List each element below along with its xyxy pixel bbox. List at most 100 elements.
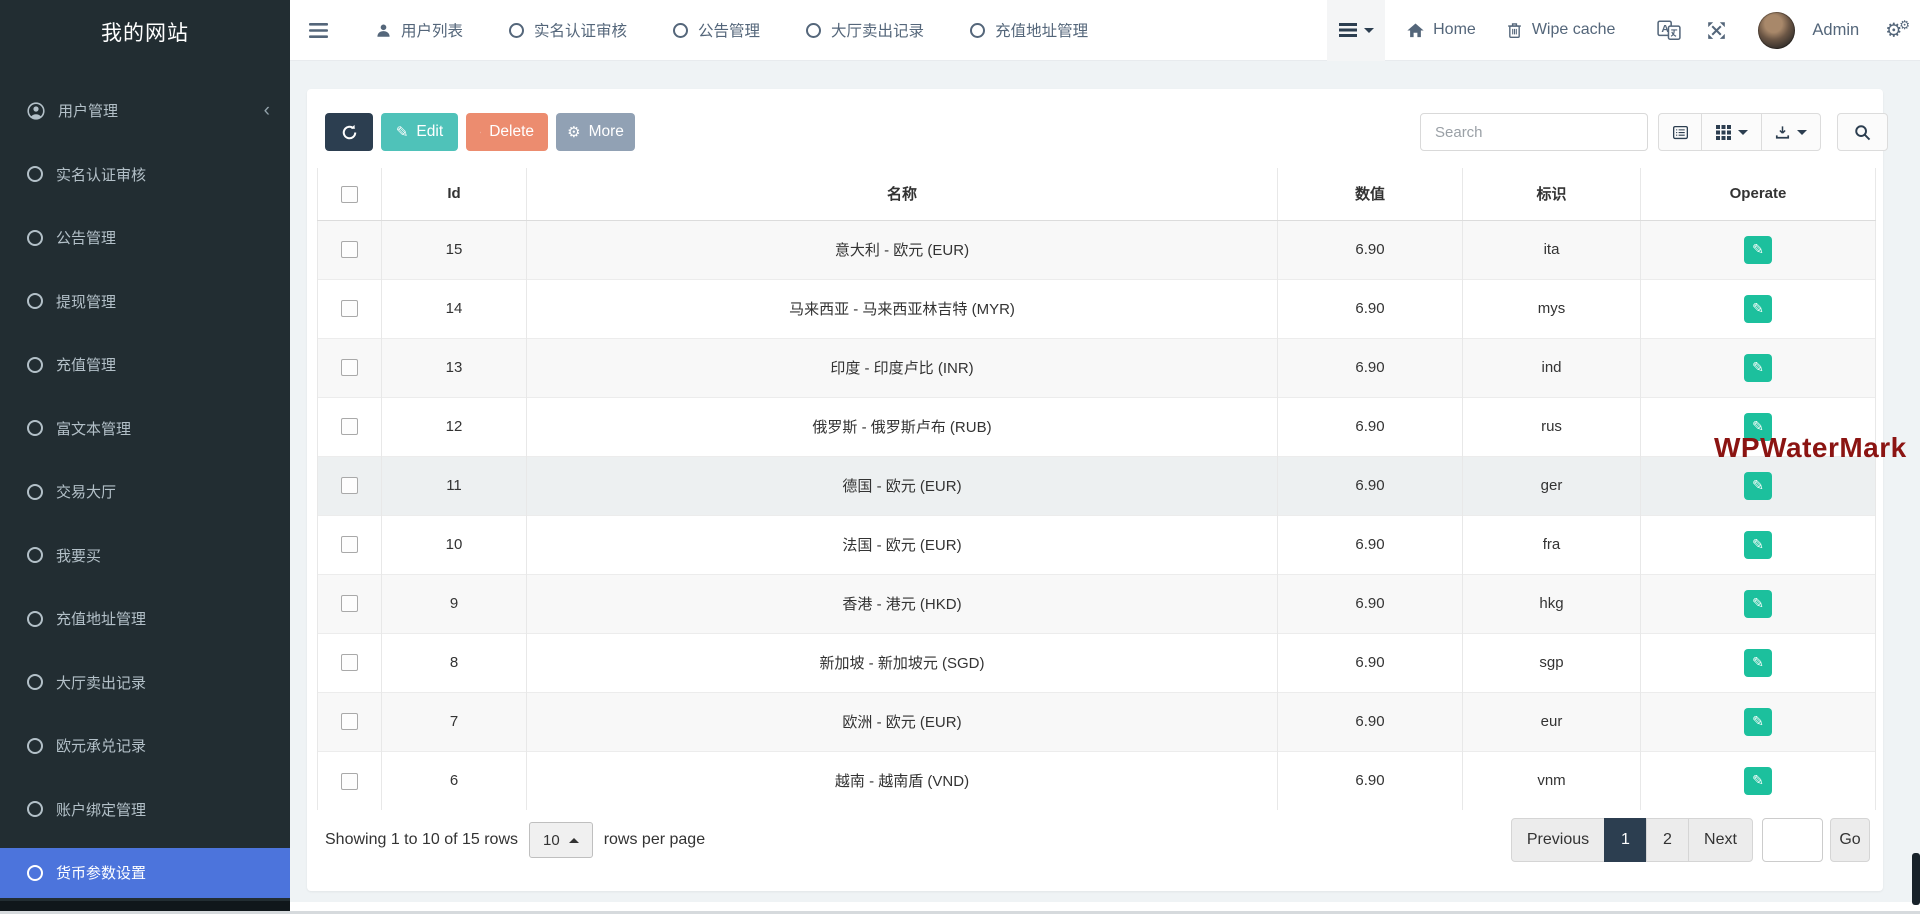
sidebar-link[interactable]: 充值地址管理 xyxy=(0,594,290,644)
circle-icon xyxy=(27,420,43,436)
sidebar-item-label: 我要买 xyxy=(56,545,101,566)
sidebar-link[interactable]: 充值管理 xyxy=(0,340,290,390)
row-checkbox[interactable] xyxy=(341,536,358,553)
row-checkbox[interactable] xyxy=(341,713,358,730)
cell-tag: ita xyxy=(1463,220,1641,279)
row-edit-button[interactable]: ✎ xyxy=(1744,472,1772,500)
topbar-tab-2[interactable]: 实名认证审核 xyxy=(509,19,627,41)
row-edit-button[interactable]: ✎ xyxy=(1744,236,1772,264)
table-row[interactable]: 6越南 - 越南盾 (VND)6.90vnm✎ xyxy=(318,751,1876,810)
row-edit-button[interactable]: ✎ xyxy=(1744,295,1772,323)
home-button[interactable]: Home xyxy=(1407,21,1476,39)
sidebar-item-label: 充值地址管理 xyxy=(56,608,146,629)
admin-menu[interactable]: Admin xyxy=(1812,21,1859,40)
table-row[interactable]: 15意大利 - 欧元 (EUR)6.90ita✎ xyxy=(318,220,1876,279)
wipe-cache-button[interactable]: Wipe cache xyxy=(1506,21,1616,39)
sidebar-link[interactable]: 大厅卖出记录 xyxy=(0,657,290,707)
next-page-button[interactable]: Next xyxy=(1688,818,1753,862)
delete-label: Delete xyxy=(489,123,534,141)
table-row[interactable]: 14马来西亚 - 马来西亚林吉特 (MYR)6.90mys✎ xyxy=(318,279,1876,338)
circle-icon xyxy=(27,230,43,246)
page-button-2[interactable]: 2 xyxy=(1646,818,1689,862)
cell-operate: ✎ xyxy=(1641,515,1876,574)
table-row[interactable]: 13印度 - 印度卢比 (INR)6.90ind✎ xyxy=(318,338,1876,397)
table-row[interactable]: 7欧洲 - 欧元 (EUR)6.90eur✎ xyxy=(318,692,1876,751)
sidebar-link[interactable]: 交易大厅 xyxy=(0,467,290,517)
sidebar-link[interactable]: 公告管理 xyxy=(0,213,290,263)
row-edit-button[interactable]: ✎ xyxy=(1744,590,1772,618)
chevron-down-icon xyxy=(1797,130,1807,135)
row-checkbox[interactable] xyxy=(341,300,358,317)
page-jump-input[interactable] xyxy=(1762,818,1823,862)
sidebar-item-label: 公告管理 xyxy=(56,227,116,248)
sidebar-link[interactable]: 富文本管理 xyxy=(0,403,290,453)
table-row[interactable]: 10法国 - 欧元 (EUR)6.90fra✎ xyxy=(318,515,1876,574)
col-value[interactable]: 数值 xyxy=(1278,168,1463,220)
pencil-icon: ✎ xyxy=(1752,536,1764,553)
edit-button[interactable]: ✎ Edit xyxy=(381,113,458,151)
cell-id: 8 xyxy=(382,633,527,692)
cell-tag: eur xyxy=(1463,692,1641,751)
row-checkbox[interactable] xyxy=(341,773,358,790)
tabs-list-dropdown[interactable] xyxy=(1327,0,1385,61)
row-edit-button[interactable]: ✎ xyxy=(1744,649,1772,677)
scrollbar-thumb[interactable] xyxy=(1912,853,1920,905)
delete-button[interactable]: Delete xyxy=(466,113,548,151)
col-name[interactable]: 名称 xyxy=(527,168,1278,220)
sidebar-item-6: 富文本管理 xyxy=(0,397,290,461)
sidebar-item-13: 货币参数设置 xyxy=(0,841,290,905)
circle-icon xyxy=(509,23,524,38)
fullscreen-icon[interactable] xyxy=(1707,21,1726,40)
table-row[interactable]: 11德国 - 欧元 (EUR)6.90ger✎ xyxy=(318,456,1876,515)
sidebar-link[interactable]: 实名认证审核 xyxy=(0,149,290,199)
topbar-tab-3[interactable]: 公告管理 xyxy=(673,19,760,41)
col-tag[interactable]: 标识 xyxy=(1463,168,1641,220)
page-size-dropdown[interactable]: 10 xyxy=(529,822,593,858)
sidebar-link[interactable]: 欧元承兑记录 xyxy=(0,721,290,771)
row-edit-button[interactable]: ✎ xyxy=(1744,354,1772,382)
refresh-button[interactable] xyxy=(325,113,373,151)
columns-button[interactable] xyxy=(1701,113,1762,151)
search-icon xyxy=(1854,124,1871,141)
go-button[interactable]: Go xyxy=(1830,818,1870,862)
topbar-tab-1[interactable]: 用户列表 xyxy=(376,19,463,41)
row-checkbox[interactable] xyxy=(341,241,358,258)
cell-id: 6 xyxy=(382,751,527,810)
sidebar-link[interactable]: 货币参数设置 xyxy=(0,848,290,898)
sidebar-item-1: 用户管理‹ xyxy=(0,79,290,143)
topbar-tab-5[interactable]: 充值地址管理 xyxy=(970,19,1088,41)
page-button-1[interactable]: 1 xyxy=(1604,818,1647,862)
sidebar-toggle-icon[interactable] xyxy=(309,23,328,38)
cell-value: 6.90 xyxy=(1278,220,1463,279)
row-edit-button[interactable]: ✎ xyxy=(1744,767,1772,795)
avatar[interactable] xyxy=(1758,12,1795,49)
sidebar-link[interactable]: 我要买 xyxy=(0,530,290,580)
previous-page-button[interactable]: Previous xyxy=(1511,818,1605,862)
more-button[interactable]: ⚙ More xyxy=(556,113,635,151)
toggle-view-button[interactable] xyxy=(1658,113,1702,151)
col-id[interactable]: Id xyxy=(382,168,527,220)
row-checkbox[interactable] xyxy=(341,654,358,671)
language-switch-icon[interactable]: A xyxy=(1657,20,1681,41)
select-all-checkbox[interactable] xyxy=(341,186,358,203)
sidebar-link[interactable]: 账户绑定管理 xyxy=(0,784,290,834)
settings-gears-icon[interactable]: ⚙⚙ xyxy=(1885,19,1910,40)
sidebar-link[interactable]: 用户管理‹ xyxy=(0,86,290,136)
row-edit-button[interactable]: ✎ xyxy=(1744,531,1772,559)
table-row[interactable]: 12俄罗斯 - 俄罗斯卢布 (RUB)6.90rus✎ xyxy=(318,397,1876,456)
topbar-tab-4[interactable]: 大厅卖出记录 xyxy=(806,19,924,41)
table-row[interactable]: 9香港 - 港元 (HKD)6.90hkg✎ xyxy=(318,574,1876,633)
cell-value: 6.90 xyxy=(1278,515,1463,574)
row-checkbox[interactable] xyxy=(341,418,358,435)
search-button[interactable] xyxy=(1837,113,1888,151)
chevron-down-icon xyxy=(1364,28,1374,33)
row-checkbox[interactable] xyxy=(341,595,358,612)
search-input[interactable] xyxy=(1420,113,1648,151)
pencil-icon: ✎ xyxy=(1752,300,1764,317)
row-checkbox[interactable] xyxy=(341,477,358,494)
row-checkbox[interactable] xyxy=(341,359,358,376)
sidebar-link[interactable]: 提现管理 xyxy=(0,276,290,326)
row-edit-button[interactable]: ✎ xyxy=(1744,708,1772,736)
table-row[interactable]: 8新加坡 - 新加坡元 (SGD)6.90sgp✎ xyxy=(318,633,1876,692)
export-button[interactable] xyxy=(1761,113,1821,151)
